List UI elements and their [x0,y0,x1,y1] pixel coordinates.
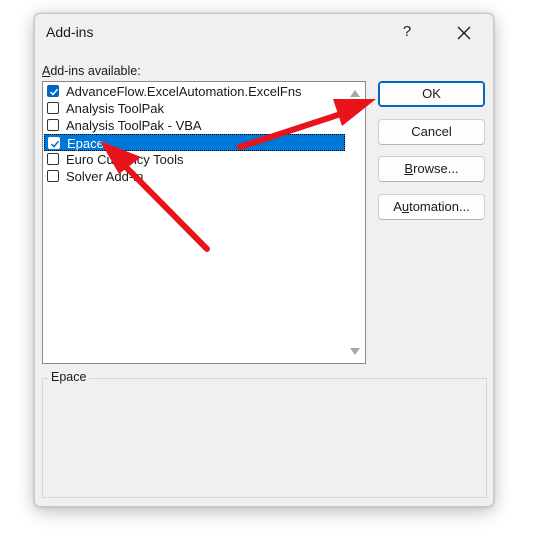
browse-button[interactable]: Browse... [378,156,485,182]
list-item-label: Analysis ToolPak - VBA [66,118,202,133]
checkbox-solver-add-in[interactable] [47,170,59,182]
accesskey-u: u [401,199,410,214]
add-ins-dialog: Add-ins ? Add-ins available: AdvanceFlow… [34,13,494,507]
list-item-label: Analysis ToolPak [66,101,165,116]
list-item-euro-currency-tools[interactable]: Euro Currency Tools [44,151,345,168]
scroll-up-arrow-icon[interactable] [350,90,360,97]
list-item-epace[interactable]: Epace [44,134,345,151]
automation-label-rest: tomation... [409,199,470,214]
automation-button[interactable]: Automation... [378,194,485,220]
description-title: Epace [48,370,90,384]
browse-label-rest: rowse... [413,161,459,176]
scroll-down-arrow-icon[interactable] [350,348,360,355]
description-groupbox [42,378,487,498]
list-item-label: Solver Add-in [66,169,144,184]
list-item-label: AdvanceFlow.ExcelAutomation.ExcelFns [66,84,302,99]
checkbox-euro-currency-tools[interactable] [47,153,59,165]
add-ins-available-label: Add-ins available: [42,64,141,78]
list-item-analysis-toolpak-vba[interactable]: Analysis ToolPak - VBA [44,117,345,134]
list-item-solver-add-in[interactable]: Solver Add-in [44,168,345,185]
help-button[interactable]: ? [395,20,419,44]
checkbox-analysis-toolpak-vba[interactable] [47,119,59,131]
checkbox-analysis-toolpak[interactable] [47,102,59,114]
title-bar[interactable]: Add-ins ? [35,14,493,52]
automation-label-pre: A [393,199,402,214]
listbox-scrollbar[interactable] [346,82,365,363]
label-rest: dd-ins available: [50,64,141,78]
dialog-title: Add-ins [46,24,94,40]
close-button[interactable] [451,20,477,46]
ok-button[interactable]: OK [378,81,485,107]
list-item-label: Euro Currency Tools [66,152,184,167]
list-item-advanceflow[interactable]: AdvanceFlow.ExcelAutomation.ExcelFns [44,83,345,100]
checkbox-advanceflow[interactable] [47,85,59,97]
check-icon [49,88,59,96]
list-item-analysis-toolpak[interactable]: Analysis ToolPak [44,100,345,117]
accesskey-b: B [404,161,414,176]
close-icon [457,26,471,40]
cancel-button[interactable]: Cancel [378,119,485,145]
checkbox-epace[interactable] [48,137,60,149]
check-icon [50,140,60,148]
list-item-label: Epace [67,136,104,151]
add-ins-listbox[interactable]: AdvanceFlow.ExcelAutomation.ExcelFns Ana… [42,81,366,364]
